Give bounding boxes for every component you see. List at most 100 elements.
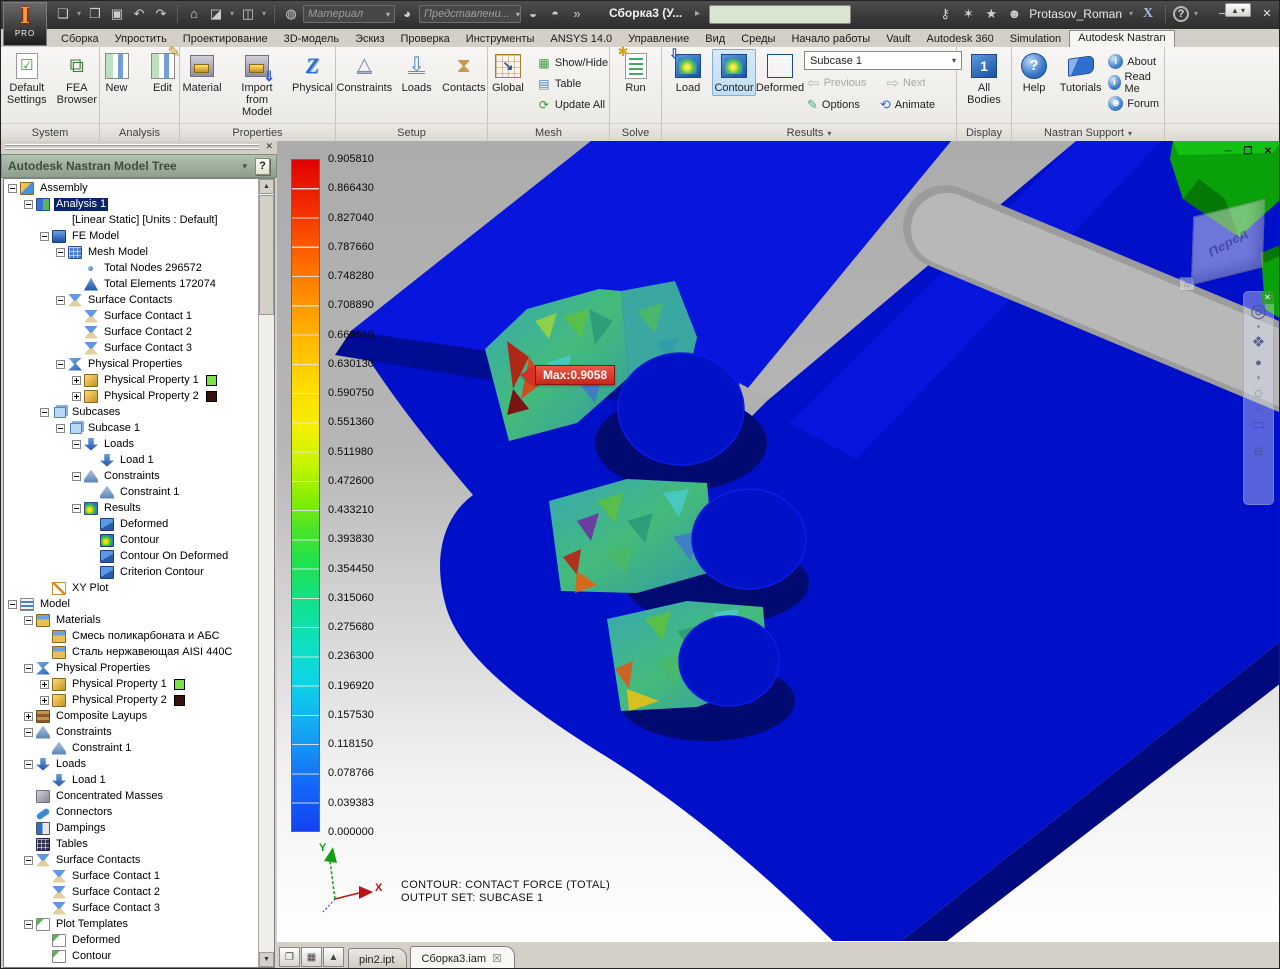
collapse-icon[interactable] (24, 759, 33, 769)
chevron-down-icon[interactable]: ▾ (1257, 324, 1261, 331)
toolbar-overflow-icon[interactable]: » (567, 4, 587, 24)
expand-tabs-icon[interactable]: ▲ (323, 947, 344, 967)
tree-item[interactable]: Plot Templates (4, 916, 258, 932)
navigation-bar[interactable]: ✕ ◎ ▾ ❖ ● ▾ ◌ ▾ ▭ ⊖ (1243, 291, 1274, 505)
panel-help-button[interactable]: ? (255, 157, 270, 175)
tree-item[interactable]: Loads (4, 436, 258, 452)
expand-icon[interactable] (72, 391, 81, 401)
tree-item[interactable]: Physical Properties (4, 356, 258, 372)
next-result-button[interactable]: ⇨ Next (883, 73, 928, 92)
tree-item[interactable]: Deformed (4, 932, 258, 948)
all-bodies-button[interactable]: 1 All Bodies (957, 49, 1011, 108)
tree-item[interactable]: Surface Contact 3 (4, 340, 258, 356)
navbar-close-icon[interactable]: ✕ (1261, 291, 1274, 304)
communication-center-icon[interactable]: ✶ (958, 4, 978, 24)
orbit-icon[interactable]: ◌ (1254, 386, 1263, 402)
collapse-icon[interactable] (72, 439, 81, 449)
tree-item[interactable]: Connectors (4, 804, 258, 821)
tree-item[interactable]: Constraints (4, 468, 258, 484)
edit-analysis-button[interactable]: Edit (141, 49, 185, 96)
chevron-down-icon[interactable]: ▾ (1257, 406, 1261, 413)
close-button[interactable]: ✕ (1257, 4, 1277, 24)
tree-item[interactable]: Tables (4, 836, 258, 852)
forum-button[interactable]: ☻ Forum (1105, 94, 1164, 113)
tree-item[interactable]: Materials (4, 612, 258, 628)
tab-close-icon[interactable]: ☒ (492, 952, 502, 965)
new-dropdown-icon[interactable]: ▾ (75, 4, 83, 24)
tree-item[interactable]: Mesh Model (4, 244, 258, 260)
ribbon-tab[interactable]: Проверка (393, 31, 458, 47)
expand-icon[interactable] (40, 679, 49, 689)
constraints-button[interactable]: △ Constraints (336, 49, 393, 96)
tree-item[interactable]: Load 1 (4, 452, 258, 468)
group-label-nastran-support[interactable]: Nastran Support ▾ (1012, 124, 1165, 142)
collapse-icon[interactable] (24, 615, 33, 625)
collapse-icon[interactable] (40, 231, 49, 241)
user-icon[interactable]: ☻ (1004, 4, 1024, 24)
representation-dropdown[interactable]: Представлени... ▾ (419, 5, 521, 23)
tree-item[interactable]: Surface Contacts (4, 852, 258, 868)
read-me-button[interactable]: i Read Me (1105, 71, 1164, 95)
help-button[interactable]: ? Help (1012, 49, 1056, 96)
collapse-icon[interactable] (24, 919, 33, 929)
shaded-view-icon[interactable]: ◪ (206, 4, 226, 24)
tree-scrollbar[interactable]: ▲ ▼ (258, 179, 274, 967)
collapse-icon[interactable] (72, 471, 81, 481)
sign-in-key-icon[interactable]: ⚷ (935, 4, 955, 24)
ribbon-tab[interactable]: ANSYS 14.0 (542, 31, 620, 47)
tree-item[interactable]: XY Plot (4, 580, 258, 596)
animate-button[interactable]: ⟲ Animate (877, 95, 938, 114)
load-results-button[interactable]: ⇩ Load (666, 47, 710, 96)
collapse-icon[interactable] (56, 247, 65, 257)
tree-item[interactable]: Physical Properties (4, 660, 258, 676)
tree-item[interactable]: Surface Contact 1 (4, 308, 258, 324)
document-tab-sborka3[interactable]: Сборка3.iam ☒ (410, 946, 515, 968)
save-icon[interactable]: ▣ (107, 4, 127, 24)
help-dropdown-icon[interactable]: ▾ (1192, 4, 1200, 24)
physical-button[interactable]: Z Physical (290, 49, 335, 96)
model-scene[interactable]: Y X (277, 141, 1280, 941)
ribbon-tab[interactable]: Вид (697, 31, 733, 47)
max-value-flag[interactable]: Max:0.9058 (520, 365, 616, 385)
tree-item[interactable]: Physical Property 2 (4, 388, 258, 404)
fea-browser-button[interactable]: ⧉ FEA Browser (55, 49, 99, 108)
contacts-button[interactable]: ⧗ Contacts (441, 49, 487, 96)
scroll-down-icon[interactable]: ▼ (259, 952, 274, 967)
tree-item[interactable]: Сталь нержавеющая AISI 440C (4, 644, 258, 660)
tree-item[interactable]: Surface Contact 2 (4, 324, 258, 340)
document-tab-pin2[interactable]: pin2.ipt (348, 948, 408, 968)
panel-header[interactable]: Autodesk Nastran Model Tree ▾ ? (1, 154, 277, 178)
tree-item[interactable]: FE Model (4, 228, 258, 244)
tree-item[interactable]: Total Nodes 296572 (4, 260, 258, 276)
visibility-icon[interactable]: ◫ (238, 4, 258, 24)
steering-wheel-icon[interactable]: ◎ (1250, 302, 1267, 321)
collapse-icon[interactable] (56, 295, 65, 305)
about-button[interactable]: i About (1105, 52, 1164, 71)
default-settings-button[interactable]: ☑ Default Settings (1, 49, 53, 108)
tree-item[interactable]: Constraints (4, 724, 258, 740)
tree-item[interactable]: Criterion Contour (4, 564, 258, 580)
collapse-icon[interactable] (24, 727, 33, 737)
ribbon-tab[interactable]: 3D-модель (276, 31, 347, 47)
ribbon-tab[interactable]: Упростить (107, 31, 175, 47)
appearance-globe-icon[interactable]: ◍ (281, 4, 301, 24)
tree-item[interactable]: Model (4, 596, 258, 612)
collapse-icon[interactable] (24, 199, 33, 209)
visibility-dropdown-icon[interactable]: ▾ (260, 4, 268, 24)
tile-windows-icon[interactable]: ▦ (301, 947, 322, 967)
ribbon-tab[interactable]: Сборка (53, 31, 107, 47)
collapse-icon[interactable] (24, 663, 33, 673)
update-all-mesh-button[interactable]: ⟳ Update All (534, 95, 611, 114)
tree-item[interactable]: Constraint 1 (4, 740, 258, 756)
tree-item[interactable]: Loads (4, 756, 258, 772)
tree-item[interactable]: Constraint 1 (4, 484, 258, 500)
collapse-icon[interactable] (40, 407, 49, 417)
tree-item[interactable]: Contour (4, 948, 258, 964)
tree-item[interactable]: Смесь поликарбоната и АБС (4, 628, 258, 644)
document-restore-button[interactable]: ❐ (1241, 146, 1255, 157)
expand-icon[interactable] (40, 695, 49, 705)
panel-close-icon[interactable]: ✕ (265, 141, 273, 152)
tree-item[interactable]: Physical Property 1 (4, 372, 258, 388)
navbar-collapse-icon[interactable]: ⊖ (1253, 443, 1263, 459)
tree-item[interactable]: Load 1 (4, 772, 258, 788)
